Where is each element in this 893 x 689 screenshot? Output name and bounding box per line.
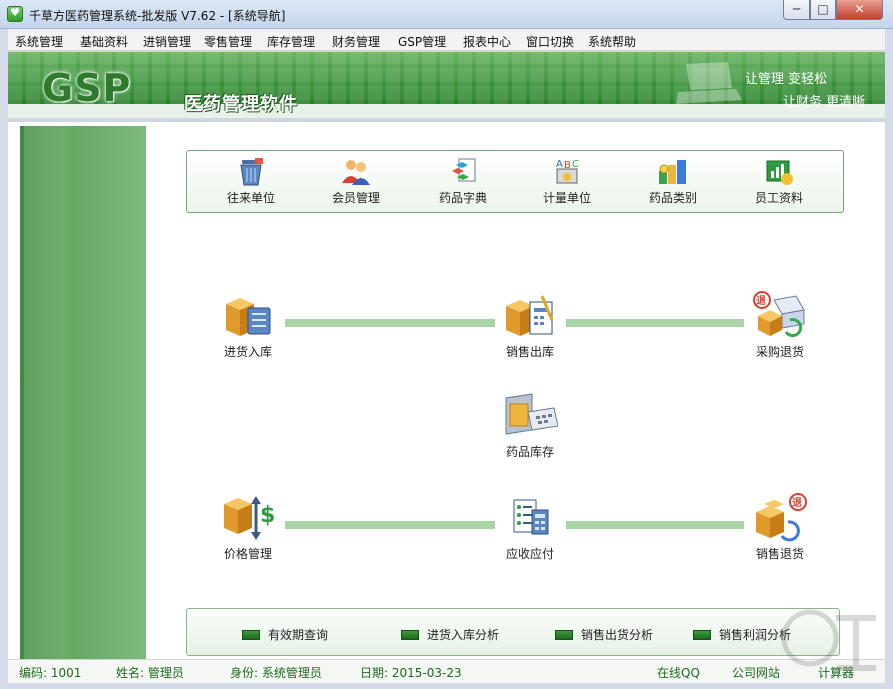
svg-text:B: B bbox=[564, 160, 571, 171]
tool-label: 药品字典 bbox=[438, 191, 487, 205]
window-title: 千草方医药管理系统-批发版 V7.62 - [系统导航] bbox=[29, 9, 286, 23]
inventory-icon bbox=[505, 393, 558, 435]
link-label: 销售出货分析 bbox=[581, 628, 654, 642]
laptop-icon bbox=[676, 62, 742, 104]
category-icon bbox=[659, 160, 686, 184]
flow-label: 采购退货 bbox=[755, 345, 804, 359]
status-name: 姓名: 管理员 bbox=[116, 666, 184, 680]
purchase-in-icon bbox=[226, 298, 271, 336]
tool-label: 会员管理 bbox=[331, 191, 380, 205]
link-label: 有效期查询 bbox=[268, 628, 329, 642]
menu-inventory[interactable]: 库存管理 bbox=[267, 33, 315, 50]
slogan-line-2: 让财务 更清晰 bbox=[783, 95, 866, 110]
link-sales-analysis[interactable]: 销售出货分析 bbox=[555, 626, 653, 643]
svg-text:C: C bbox=[572, 159, 579, 170]
menu-help[interactable]: 系统帮助 bbox=[588, 33, 636, 50]
watermark-logo bbox=[781, 609, 876, 671]
report-icon bbox=[401, 630, 419, 640]
close-button[interactable]: ✕ bbox=[836, 0, 883, 20]
tool-label: 员工资料 bbox=[754, 191, 803, 205]
members-icon bbox=[342, 160, 370, 185]
report-icon bbox=[555, 630, 573, 640]
maximize-icon: □ bbox=[817, 2, 829, 16]
flow-sales-return[interactable]: 退 销售退货 bbox=[725, 492, 835, 562]
tool-label: 往来单位 bbox=[226, 191, 275, 205]
purchase-return-icon: 退 bbox=[753, 291, 805, 337]
flow-label: 药品库存 bbox=[505, 445, 554, 459]
flow-purchase-return[interactable]: 退 采购退货 bbox=[725, 290, 835, 360]
flow-inventory[interactable]: 药品库存 bbox=[475, 390, 585, 460]
status-date: 日期: 2015-03-23 bbox=[360, 666, 462, 680]
close-icon: ✕ bbox=[854, 2, 865, 16]
staff-chart-icon bbox=[766, 160, 793, 185]
flow-price-management[interactable]: $ 价格管理 bbox=[193, 492, 303, 562]
sales-out-icon bbox=[506, 295, 554, 336]
flow-sales-out[interactable]: 销售出库 bbox=[475, 290, 585, 360]
flow-receivable-payable[interactable]: 应收应付 bbox=[475, 492, 585, 562]
report-icon bbox=[693, 630, 711, 640]
tool-units[interactable]: A B C 计量单位 bbox=[522, 157, 612, 206]
flow-connector bbox=[285, 319, 495, 327]
menu-bar: 系统管理 基础资料 进销管理 零售管理 库存管理 财务管理 GSP管理 报表中心… bbox=[8, 29, 885, 51]
receivable-payable-icon bbox=[513, 499, 549, 535]
dictionary-icon bbox=[452, 158, 476, 182]
flow-connector bbox=[285, 521, 495, 529]
tool-members[interactable]: 会员管理 bbox=[311, 157, 401, 206]
sidebar-decoration bbox=[20, 126, 146, 661]
flow-label: 进货入库 bbox=[223, 345, 272, 359]
tool-drug-dictionary[interactable]: 药品字典 bbox=[418, 157, 508, 206]
gsp-logo: GSP bbox=[42, 66, 132, 110]
status-code: 编码: 1001 bbox=[19, 666, 82, 680]
flow-label: 销售出库 bbox=[505, 345, 554, 359]
status-bar: 编码: 1001 姓名: 管理员 身份: 系统管理员 日期: 2015-03-2… bbox=[8, 659, 885, 683]
menu-retail[interactable]: 零售管理 bbox=[204, 33, 252, 50]
tool-partners[interactable]: 往来单位 bbox=[206, 157, 296, 206]
flow-label: 应收应付 bbox=[505, 547, 554, 561]
tool-label: 计量单位 bbox=[542, 191, 591, 205]
menu-system[interactable]: 系统管理 bbox=[15, 33, 63, 50]
online-qq-link[interactable]: 在线QQ bbox=[657, 664, 700, 681]
tool-staff[interactable]: 员工资料 bbox=[734, 157, 824, 206]
flow-purchase-in[interactable]: 进货入库 bbox=[193, 290, 303, 360]
slogan-line-1: 让管理 变轻松 bbox=[745, 72, 828, 87]
sales-return-icon: 退 bbox=[756, 493, 807, 542]
basic-data-toolbox: 往来单位 会员管理 药品字典 A B C 计量单位 药品类别 员工资料 bbox=[186, 150, 844, 213]
price-management-icon: $ bbox=[224, 496, 275, 540]
menu-reports[interactable]: 报表中心 bbox=[463, 33, 511, 50]
minimize-button[interactable]: ─ bbox=[783, 0, 810, 20]
analysis-links: 有效期查询 进货入库分析 销售出货分析 销售利润分析 bbox=[186, 608, 840, 656]
website-link[interactable]: 公司网站 bbox=[732, 664, 780, 681]
flow-label: 价格管理 bbox=[223, 547, 272, 561]
tool-drug-category[interactable]: 药品类别 bbox=[628, 157, 718, 206]
menu-basic-data[interactable]: 基础资料 bbox=[80, 33, 128, 50]
svg-text:A: A bbox=[556, 159, 563, 170]
minimize-icon: ─ bbox=[792, 2, 801, 16]
abc-unit-icon: A B C bbox=[556, 159, 579, 184]
banner-strip bbox=[8, 104, 885, 118]
link-expiry-query[interactable]: 有效期查询 bbox=[242, 626, 328, 643]
tool-label: 药品类别 bbox=[648, 191, 697, 205]
return-badge: 退 bbox=[792, 497, 802, 509]
menu-gsp[interactable]: GSP管理 bbox=[398, 33, 446, 50]
menu-finance[interactable]: 财务管理 bbox=[332, 33, 380, 50]
menu-window[interactable]: 窗口切换 bbox=[526, 33, 574, 50]
return-badge: 退 bbox=[756, 295, 766, 307]
trash-bin-icon bbox=[240, 158, 263, 186]
flow-label: 销售退货 bbox=[755, 547, 804, 561]
banner: GSP 医药管理软件 让管理 变轻松 让财务 更清晰 bbox=[8, 52, 885, 118]
status-role: 身份: 系统管理员 bbox=[230, 666, 322, 680]
link-purchase-analysis[interactable]: 进货入库分析 bbox=[401, 626, 499, 643]
svg-text:$: $ bbox=[260, 503, 275, 528]
flow-connector bbox=[566, 521, 744, 529]
link-label: 进货入库分析 bbox=[427, 628, 500, 642]
app-logo-icon bbox=[7, 6, 23, 22]
maximize-button[interactable]: □ bbox=[810, 0, 836, 20]
flow-connector bbox=[566, 319, 744, 327]
navigation-panel: 往来单位 会员管理 药品字典 A B C 计量单位 药品类别 员工资料 进货入库… bbox=[8, 118, 885, 661]
product-name: 医药管理软件 bbox=[184, 94, 298, 115]
menu-purchase-sales[interactable]: 进销管理 bbox=[143, 33, 191, 50]
report-icon bbox=[242, 630, 260, 640]
title-bar: 千草方医药管理系统-批发版 V7.62 - [系统导航] ─ □ ✕ bbox=[0, 0, 893, 29]
